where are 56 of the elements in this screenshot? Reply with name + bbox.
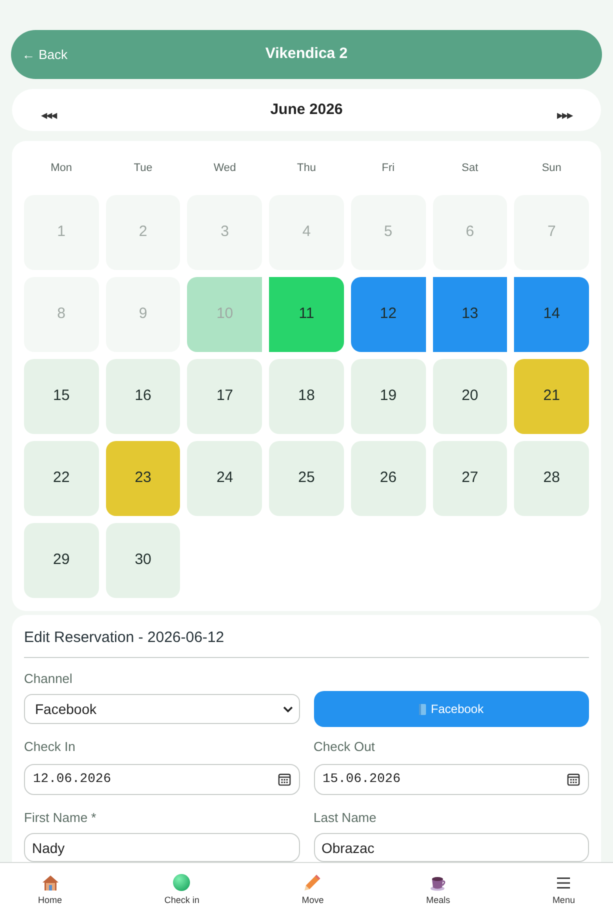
weekday-label: Wed (212, 160, 237, 176)
weekday-label: Mon (50, 160, 74, 176)
day-cell[interactable]: 27 (432, 441, 508, 516)
calendar-icon[interactable] (567, 772, 580, 786)
day-cell[interactable]: 14 (514, 277, 589, 352)
cup-icon[interactable] (430, 874, 447, 890)
day-cell[interactable]: 26 (350, 441, 426, 516)
previous-month-button[interactable]: ◀◀◀ (41, 98, 56, 122)
nav-item[interactable]: Check in (164, 874, 200, 908)
field-label: First Name * (24, 808, 98, 826)
field-label: Check In (24, 738, 76, 756)
weekday-label: Tue (132, 160, 154, 176)
day-cell[interactable]: 17 (187, 359, 262, 434)
field-label: Channel (24, 670, 74, 688)
nav-item[interactable]: Move (302, 874, 324, 908)
field-label: Last Name (314, 808, 378, 826)
day-cell[interactable]: 30 (106, 523, 180, 598)
day-cell[interactable]: 25 (269, 441, 344, 516)
text-field[interactable]: Obrazac (314, 833, 589, 862)
ball-icon[interactable] (173, 874, 190, 891)
book-icon (418, 704, 426, 714)
weekday-label: Sat (460, 160, 480, 176)
date-field[interactable]: 15.06.2026 (314, 764, 589, 794)
day-cell[interactable]: 15 (24, 359, 99, 434)
day-cell[interactable]: 20 (432, 359, 508, 434)
page-title: Vikendica 2 (265, 44, 348, 64)
month-title: June 2026 (270, 100, 343, 120)
nav-item[interactable]: Meals (426, 874, 450, 908)
day-cell[interactable]: 21 (514, 359, 589, 434)
form-title: Edit Reservation - 2026-06-12 (24, 627, 589, 658)
day-cell[interactable]: 22 (24, 441, 99, 516)
calendar-icon[interactable] (278, 772, 290, 786)
house-icon[interactable] (42, 874, 58, 890)
day-cell[interactable]: 13 (432, 277, 508, 352)
day-cell[interactable]: 16 (106, 359, 180, 434)
day-cell[interactable]: 12 (350, 277, 426, 352)
text-field[interactable]: Nady (24, 833, 300, 862)
day-cell[interactable]: 11 (269, 277, 344, 352)
nav-item[interactable]: Home (38, 874, 62, 908)
weekday-label: Sun (540, 160, 562, 176)
nav-item[interactable]: Menu (552, 874, 575, 908)
channel-select[interactable]: Facebook (24, 694, 300, 724)
weekday-label: Thu (296, 160, 317, 176)
menu-icon[interactable] (557, 876, 570, 888)
day-cell[interactable]: 29 (24, 523, 99, 598)
date-field[interactable]: 12.06.2026 (24, 764, 300, 794)
day-cell[interactable]: 24 (187, 441, 262, 516)
day-cell[interactable]: 23 (106, 441, 180, 516)
next-month-button[interactable]: ▶▶▶ (556, 98, 572, 122)
weekday-label: Fri (380, 160, 396, 176)
day-cell[interactable]: 28 (514, 441, 589, 516)
day-cell[interactable]: 19 (350, 359, 426, 434)
day-cell[interactable]: 18 (269, 359, 344, 434)
pencil-icon[interactable] (304, 874, 322, 891)
field-label: Check Out (314, 738, 376, 756)
chevron-down-icon (282, 706, 292, 712)
